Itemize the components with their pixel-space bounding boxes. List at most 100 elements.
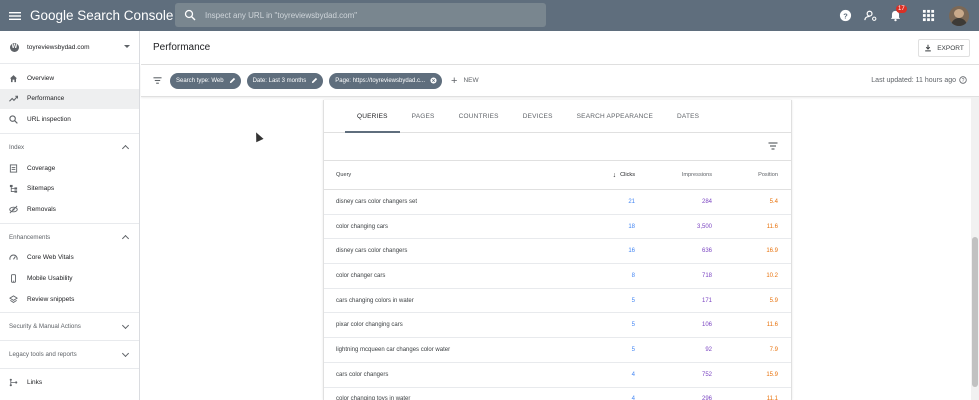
sidebar-divider — [0, 340, 139, 342]
account-avatar[interactable] — [949, 5, 969, 26]
dropdown-caret-icon — [124, 45, 130, 48]
filter-icon[interactable] — [153, 76, 162, 85]
sidebar-item-overview[interactable]: Overview — [0, 68, 139, 89]
tab-devices[interactable]: DEVICES — [511, 100, 565, 132]
close-circle-icon[interactable] — [430, 77, 437, 84]
tab-countries[interactable]: COUNTRIES — [447, 100, 511, 132]
position-cell: 10.2 — [766, 272, 778, 279]
clicks-cell: 5 — [631, 297, 635, 304]
download-icon — [925, 44, 931, 52]
app-title[interactable]: Google Search Console — [30, 8, 173, 23]
edit-pencil-icon[interactable] — [229, 77, 236, 84]
filter-chip-page[interactable]: Page: https://toyreviewsbydad.c... — [329, 72, 443, 89]
sidebar-divider — [0, 222, 139, 224]
sidebar-item-performance[interactable]: Performance — [0, 88, 139, 110]
svg-text:?: ? — [843, 11, 848, 20]
sidebar: W toyreviewsbydad.com Overview Performan… — [0, 31, 140, 400]
position-cell: 16.9 — [766, 248, 778, 255]
export-button[interactable]: EXPORT — [918, 39, 970, 57]
tab-dates[interactable]: DATES — [665, 100, 711, 132]
table-row[interactable]: cars changing colors in water 5 171 5.9 — [324, 289, 791, 314]
new-filter-button[interactable]: + NEW — [451, 75, 479, 86]
query-cell: color changing toys in water — [336, 396, 411, 400]
url-inspect-search[interactable] — [175, 3, 546, 27]
filter-chip-search-type[interactable]: Search type: Web — [170, 72, 241, 89]
tab-pages[interactable]: PAGES — [400, 100, 447, 132]
impressions-cell: 171 — [701, 297, 712, 304]
section-enhancements-header[interactable]: Enhancements — [0, 227, 139, 248]
position-cell: 15.9 — [766, 371, 778, 378]
property-name: toyreviewsbydad.com — [27, 43, 90, 51]
clicks-cell: 4 — [631, 396, 635, 400]
help-outline-icon[interactable]: ? — [959, 76, 967, 84]
table-row[interactable]: color changer cars 8 718 10.2 — [324, 264, 791, 289]
table-row[interactable]: disney cars color changers 16 636 16.9 — [324, 239, 791, 265]
apps-grid-icon[interactable] — [916, 0, 940, 31]
section-security-header[interactable]: Security & Manual Actions — [0, 316, 139, 337]
url-inspect-input[interactable] — [205, 10, 525, 20]
table-row[interactable]: pixar color changing cars 5 106 11.6 — [324, 313, 791, 339]
sidebar-item-links[interactable]: Links — [0, 372, 139, 393]
impressions-cell: 92 — [705, 346, 712, 353]
table-row[interactable]: color changing cars 18 3,500 11.6 — [324, 215, 791, 240]
table-header: Query ↓ Clicks Impressions Position — [324, 161, 791, 190]
query-cell: color changing cars — [336, 223, 389, 230]
impressions-cell: 296 — [701, 396, 712, 400]
column-header-query[interactable]: Query — [336, 172, 351, 178]
dimension-tabs: QUERIES PAGES COUNTRIES DEVICES SEARCH A… — [324, 100, 791, 133]
scrollbar-thumb[interactable] — [972, 237, 978, 387]
table-row[interactable]: lightning mcqueen car changes color wate… — [324, 338, 791, 363]
position-cell: 7.9 — [769, 346, 778, 353]
table-row[interactable]: color changing toys in water 4 296 11.1 — [324, 388, 791, 400]
top-app-bar: Google Search Console ? 17 — [0, 0, 979, 31]
search-icon — [9, 115, 18, 124]
table-row[interactable]: disney cars color changers set 21 284 5.4 — [324, 190, 791, 215]
column-header-impressions[interactable]: Impressions — [682, 172, 712, 178]
menu-icon[interactable] — [0, 0, 30, 31]
notifications-icon[interactable]: 17 — [883, 0, 907, 31]
sidebar-item-url-inspection[interactable]: URL inspection — [0, 109, 139, 130]
position-cell: 11.1 — [766, 396, 778, 400]
section-index-header[interactable]: Index — [0, 137, 139, 158]
speed-icon — [9, 254, 18, 261]
manage-users-icon[interactable] — [858, 0, 882, 31]
phone-icon — [11, 274, 16, 283]
impressions-cell: 106 — [701, 322, 712, 329]
position-cell: 11.6 — [766, 322, 778, 329]
table-row[interactable]: cars color changers 4 752 15.9 — [324, 363, 791, 388]
mouse-cursor — [252, 130, 264, 143]
clicks-cell: 21 — [628, 198, 635, 205]
tab-queries[interactable]: QUERIES — [345, 100, 400, 133]
report-table-card: QUERIES PAGES COUNTRIES DEVICES SEARCH A… — [323, 100, 792, 400]
impressions-cell: 718 — [701, 272, 712, 279]
sidebar-item-removals[interactable]: Removals — [0, 199, 139, 220]
sidebar-item-core-web-vitals[interactable]: Core Web Vitals — [0, 248, 139, 269]
page-header: Performance EXPORT — [141, 31, 979, 65]
home-icon — [9, 74, 18, 82]
edit-pencil-icon[interactable] — [311, 77, 318, 84]
section-legacy-header[interactable]: Legacy tools and reports — [0, 344, 139, 365]
last-updated-status: Last updated: 11 hours ago ? — [871, 76, 967, 84]
notification-badge: 17 — [896, 5, 907, 13]
sidebar-item-review-snippets[interactable]: Review snippets — [0, 289, 139, 310]
query-cell: color changer cars — [336, 272, 386, 279]
position-cell: 11.6 — [766, 223, 778, 230]
clicks-cell: 16 — [628, 248, 635, 255]
sidebar-item-mobile-usability[interactable]: Mobile Usability — [0, 268, 139, 289]
column-header-clicks[interactable]: ↓ Clicks — [613, 172, 635, 179]
sidebar-item-coverage[interactable]: Coverage — [0, 158, 139, 179]
filter-icon[interactable] — [768, 141, 778, 151]
property-selector[interactable]: W toyreviewsbydad.com — [0, 31, 139, 64]
page-scrollbar[interactable] — [971, 97, 979, 400]
chevron-down-icon — [121, 350, 130, 358]
help-icon[interactable]: ? — [833, 0, 857, 31]
tab-search-appearance[interactable]: SEARCH APPEARANCE — [565, 100, 665, 132]
links-icon — [9, 378, 18, 387]
position-cell: 5.9 — [769, 297, 778, 304]
column-header-position[interactable]: Position — [758, 172, 778, 178]
filter-chip-date[interactable]: Date: Last 3 months — [246, 72, 324, 89]
clicks-cell: 8 — [631, 272, 635, 279]
clicks-cell: 18 — [628, 223, 635, 230]
impressions-cell: 284 — [701, 198, 712, 205]
sidebar-item-sitemaps[interactable]: Sitemaps — [0, 178, 139, 199]
